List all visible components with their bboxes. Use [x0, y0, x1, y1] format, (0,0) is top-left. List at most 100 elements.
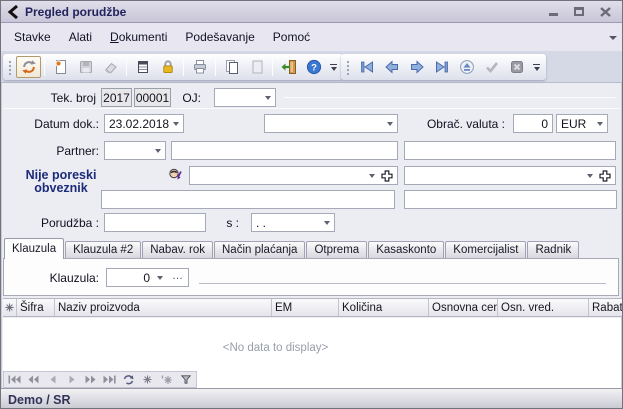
- printer-icon: [192, 59, 208, 75]
- tab-komercijalist[interactable]: Komercijalist: [445, 241, 526, 259]
- help-button[interactable]: ?: [301, 56, 326, 78]
- chevron-down-icon[interactable]: [265, 96, 271, 100]
- erase-button[interactable]: [98, 56, 123, 78]
- menu-item-podesavanje[interactable]: Podešavanje: [176, 25, 263, 49]
- previous-record-button[interactable]: [379, 56, 404, 78]
- close-button[interactable]: [598, 6, 612, 18]
- valuta-label: Obrač. valuta :: [421, 117, 505, 133]
- items-table-button[interactable]: [130, 56, 155, 78]
- tab-klauzula[interactable]: Klauzula: [4, 238, 64, 259]
- column-header-kolicina[interactable]: Količina: [339, 299, 429, 316]
- tab-radnik[interactable]: Radnik: [527, 241, 579, 259]
- chevron-down-icon[interactable]: [157, 276, 163, 280]
- first-record-button[interactable]: [354, 56, 379, 78]
- new-document-button[interactable]: [48, 56, 73, 78]
- paste-button[interactable]: [244, 56, 269, 78]
- next-record-button[interactable]: [404, 56, 429, 78]
- toolbar-separator: [215, 58, 216, 76]
- klauzula-combobox[interactable]: 0 …: [106, 268, 189, 287]
- menu-overflow-button[interactable]: [609, 30, 617, 44]
- maximize-button[interactable]: [572, 6, 586, 18]
- chevron-down-icon[interactable]: [369, 174, 375, 178]
- document-number-field[interactable]: 00001: [134, 88, 171, 107]
- tab-kasaskonto[interactable]: Kasaskonto: [368, 241, 444, 259]
- lock-button[interactable]: [155, 56, 180, 78]
- toolbar-overflow-button[interactable]: [532, 64, 541, 71]
- grid-prev-button[interactable]: [44, 373, 61, 386]
- eject-record-button[interactable]: [454, 56, 479, 78]
- valuta-combobox[interactable]: EUR: [556, 114, 608, 133]
- minimize-button[interactable]: [546, 6, 560, 18]
- toolbar-grip[interactable]: [346, 59, 350, 75]
- toolbar-grip[interactable]: [8, 59, 12, 75]
- tax-status-note: Nije poreski obveznik: [11, 169, 111, 195]
- save-button[interactable]: [73, 56, 98, 78]
- title-bar[interactable]: Pregled porudžbe: [1, 1, 622, 23]
- contact-combobox[interactable]: [189, 166, 398, 185]
- oj-combobox[interactable]: [214, 88, 276, 107]
- datum-label: Datum dok.:: [11, 117, 99, 133]
- contact-person-icon[interactable]: [168, 167, 184, 186]
- grid-edit-append-button[interactable]: [158, 373, 175, 386]
- print-button[interactable]: [187, 56, 212, 78]
- tab-klauzula-2[interactable]: Klauzula #2: [65, 241, 141, 259]
- column-header-rabat[interactable]: Rabat: [589, 299, 622, 316]
- column-header-naziv[interactable]: Naziv proizvoda: [55, 299, 272, 316]
- grid-first-button[interactable]: [6, 373, 23, 386]
- partner-name2-field[interactable]: [404, 141, 616, 160]
- column-header-sifra[interactable]: Šifra: [17, 299, 55, 316]
- exit-button[interactable]: [276, 56, 301, 78]
- note1-field[interactable]: [101, 190, 395, 209]
- note2-field[interactable]: [404, 190, 617, 209]
- copy-button[interactable]: [219, 56, 244, 78]
- menu-item-dokumenti[interactable]: Dokumenti: [101, 25, 176, 49]
- grid-next-button[interactable]: [63, 373, 80, 386]
- porudzba-label: Porudžba :: [11, 216, 99, 232]
- grid-filter-button[interactable]: [177, 373, 194, 386]
- column-header-osn-vred[interactable]: Osn. vred.: [498, 299, 589, 316]
- confirm-button[interactable]: [479, 56, 504, 78]
- year-field[interactable]: 2017: [101, 88, 132, 107]
- grid-prev-page-button[interactable]: [25, 373, 42, 386]
- tab-otprema[interactable]: Otprema: [306, 241, 367, 259]
- grid-next-page-button[interactable]: [82, 373, 99, 386]
- chevron-down-icon[interactable]: [324, 221, 330, 225]
- chevron-down-icon[interactable]: [597, 122, 603, 126]
- grid-refresh-button[interactable]: [120, 373, 137, 386]
- menu-item-stavke[interactable]: Stavke: [5, 25, 60, 49]
- grid-next-icon: [69, 375, 75, 384]
- refresh-button[interactable]: [16, 56, 41, 78]
- klauzula-text-underline[interactable]: [199, 283, 606, 284]
- toolbar-overflow-button[interactable]: [329, 64, 338, 71]
- grid-append-button[interactable]: [139, 373, 156, 386]
- plus-icon: [381, 170, 393, 182]
- column-header-em[interactable]: EM: [272, 299, 339, 316]
- grid-last-button[interactable]: [101, 373, 118, 386]
- menu-item-alati[interactable]: Alati: [60, 25, 101, 49]
- valuta-amount-field[interactable]: 0: [513, 114, 553, 133]
- maximize-icon: [574, 7, 584, 16]
- s-date-combobox[interactable]: . .: [251, 213, 335, 232]
- reference-combobox[interactable]: [404, 166, 616, 185]
- chevron-down-icon[interactable]: [155, 149, 161, 153]
- add-contact-button[interactable]: [381, 170, 393, 185]
- porudzba-field[interactable]: [104, 213, 206, 232]
- datum-combobox[interactable]: 23.02.2018: [104, 114, 184, 133]
- chevron-down-icon[interactable]: [587, 174, 593, 178]
- chevron-down-icon[interactable]: [173, 122, 179, 126]
- column-header-osnovna-cena[interactable]: Osnovna cena: [429, 299, 498, 316]
- add-reference-button[interactable]: [599, 170, 611, 185]
- partner-name-field[interactable]: [171, 141, 398, 160]
- menu-item-pomoc[interactable]: Pomoć: [264, 25, 319, 49]
- first-record-icon: [359, 60, 375, 74]
- tab-nabav-rok[interactable]: Nabav. rok: [142, 241, 213, 259]
- partner-code-combobox[interactable]: [104, 141, 166, 160]
- grid-navigator: [3, 371, 197, 388]
- cancel-button[interactable]: [504, 56, 529, 78]
- last-record-button[interactable]: [429, 56, 454, 78]
- tab-nacin-placanja[interactable]: Način plaćanja: [214, 241, 305, 259]
- chevron-down-icon[interactable]: [387, 122, 393, 126]
- klauzula-browse-button[interactable]: …: [172, 270, 184, 282]
- document-type-combobox[interactable]: [264, 114, 398, 133]
- toolbar-separator: [272, 58, 273, 76]
